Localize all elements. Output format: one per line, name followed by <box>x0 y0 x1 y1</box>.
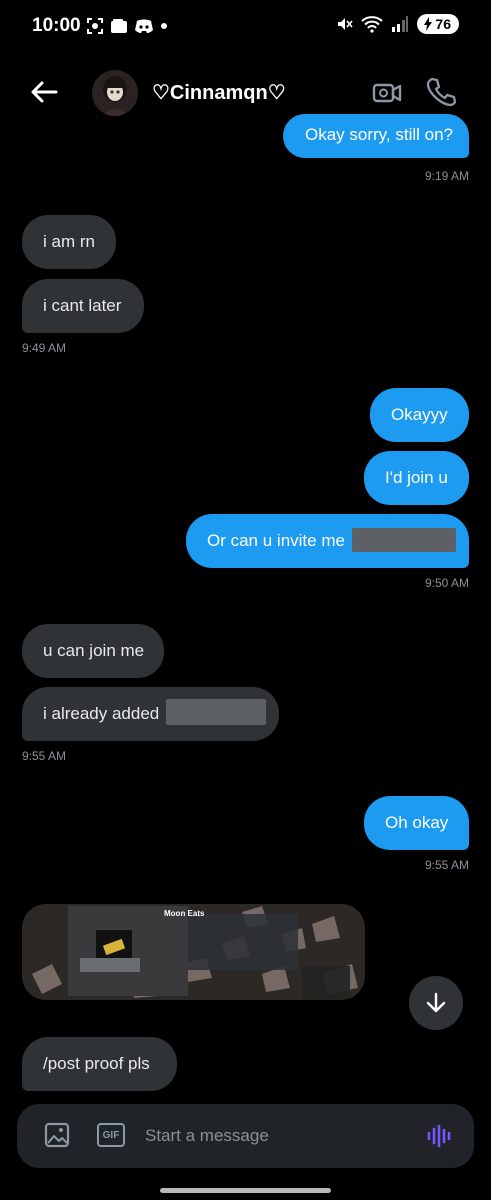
message-bubble-incoming[interactable]: /post proof pls <box>22 1037 177 1091</box>
redaction-block <box>351 527 456 552</box>
message-bubble-incoming[interactable]: i already added <box>22 687 279 741</box>
message-text: Oh okay <box>385 813 449 832</box>
message-text: Okayyy <box>391 405 448 424</box>
mute-icon <box>338 18 354 30</box>
message-timestamp: 9:49 AM <box>22 341 67 355</box>
message-timestamp: 9:19 AM <box>424 169 469 183</box>
message-timestamp: 9:55 AM <box>22 749 67 763</box>
message-text: /post proof pls <box>43 1054 150 1073</box>
gif-button[interactable]: GIF <box>97 1123 125 1147</box>
message-text: Or can u invite me <box>207 531 345 550</box>
image-icon[interactable] <box>43 1121 71 1149</box>
video-camera-icon[interactable] <box>370 76 404 110</box>
status-time: 10:00 <box>32 15 81 36</box>
bolt-icon <box>424 17 433 31</box>
message-text: u can join me <box>43 641 145 660</box>
message-text: I'd join u <box>385 468 448 487</box>
attachment-title: Moon Eats <box>164 909 205 918</box>
message-text: i cant later <box>43 296 122 315</box>
message-text: Okay sorry, still on? <box>305 125 454 144</box>
attachment-screenshot: Moon Eats <box>22 904 365 1000</box>
message-bubble-outgoing[interactable]: Oh okay <box>364 796 469 850</box>
arrow-down-icon <box>426 992 446 1013</box>
message-bubble-incoming[interactable]: u can join me <box>22 624 164 678</box>
avatar-image <box>103 76 127 116</box>
voice-message-icon[interactable] <box>425 1122 453 1150</box>
message-input[interactable] <box>145 1124 405 1148</box>
message-bubble-outgoing[interactable]: Okay sorry, still on? <box>283 114 469 158</box>
message-bubble-incoming[interactable]: i am rn <box>22 215 116 269</box>
message-bubble-outgoing[interactable]: Okayyy <box>370 388 469 442</box>
back-arrow-icon[interactable] <box>28 76 60 108</box>
status-right-icons: 76 <box>335 14 459 34</box>
wallet-icon <box>111 19 127 33</box>
message-timestamp: 9:55 AM <box>424 858 469 872</box>
image-attachment[interactable]: Moon Eats <box>22 904 365 1000</box>
message-bubble-outgoing[interactable]: I'd join u <box>364 451 469 505</box>
scroll-to-bottom-button[interactable] <box>409 976 463 1030</box>
dot-icon <box>161 23 167 29</box>
discord-icon <box>135 19 153 33</box>
contact-name[interactable]: ♡Cinnamqn♡ <box>152 80 286 105</box>
avatar[interactable] <box>92 70 138 116</box>
status-left-icons <box>86 17 168 35</box>
message-bubble-incoming[interactable]: i cant later <box>22 279 144 333</box>
screenshot-icon <box>87 18 103 34</box>
message-timestamp: 9:50 AM <box>424 576 469 590</box>
phone-icon[interactable] <box>424 74 458 108</box>
message-text: i already added <box>43 704 160 723</box>
battery-indicator: 76 <box>417 14 459 34</box>
wifi-icon <box>361 16 384 33</box>
message-text: i am rn <box>43 232 95 251</box>
redaction-block <box>166 698 266 725</box>
home-indicator[interactable] <box>160 1188 331 1193</box>
battery-level: 76 <box>435 16 451 32</box>
signal-icon <box>392 16 409 32</box>
message-bubble-outgoing[interactable]: Or can u invite me <box>186 514 469 568</box>
